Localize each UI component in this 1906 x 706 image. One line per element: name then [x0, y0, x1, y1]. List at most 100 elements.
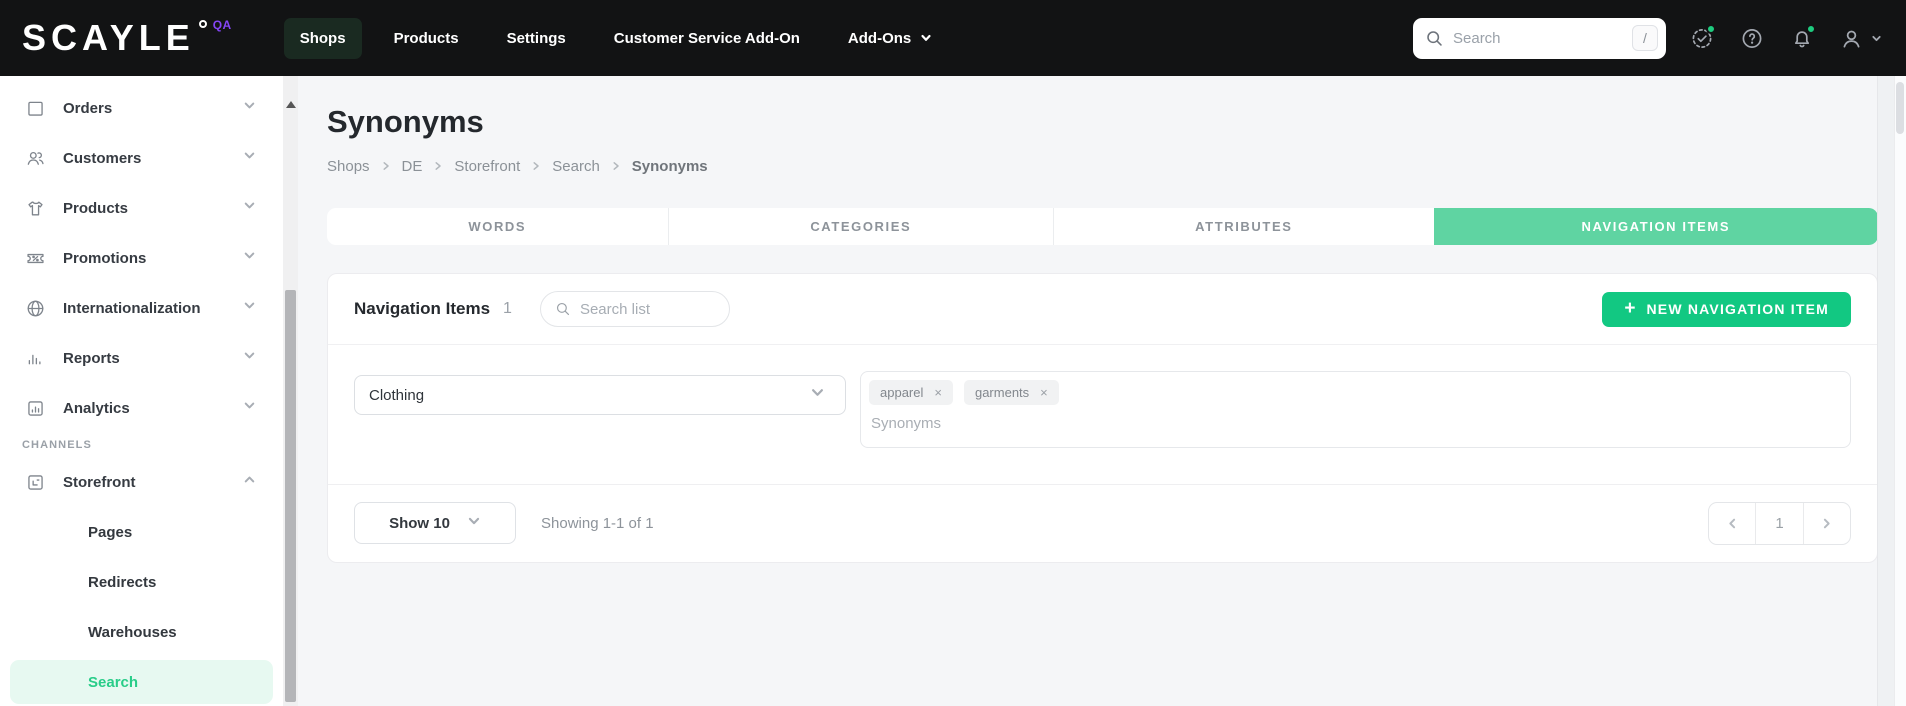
panel-count: 1: [503, 300, 512, 317]
breadcrumb-shops[interactable]: Shops: [327, 158, 370, 175]
scayle-logo[interactable]: SCAYLE QA: [22, 16, 232, 60]
list-search-input[interactable]: [579, 300, 710, 318]
page-size-value: Show 10: [389, 514, 450, 532]
page-title: Synonyms: [327, 104, 484, 139]
search-icon: [1427, 30, 1442, 46]
chevron-down-icon: [243, 349, 256, 367]
panel-title: Navigation Items: [354, 299, 491, 318]
synonym-chips: apparel × garments ×: [869, 380, 1842, 405]
tab-words[interactable]: WORDS: [327, 208, 668, 245]
plus-icon: +: [1624, 298, 1636, 319]
sidebar-item-customers[interactable]: Customers: [0, 133, 283, 183]
pagination-prev-button[interactable]: [1709, 503, 1755, 544]
storefront-window-icon: [25, 472, 46, 493]
card-footer: Show 10 Showing 1-1 of 1 1: [328, 485, 1877, 561]
scayle-admin-app: SCAYLE QA Shops Products Settings Custom…: [0, 0, 1906, 706]
tab-categories[interactable]: CATEGORIES: [667, 208, 1054, 245]
breadcrumb-storefront[interactable]: Storefront: [454, 158, 520, 175]
results-summary: Showing 1-1 of 1: [541, 514, 654, 532]
sidebar-item-products[interactable]: Products: [0, 183, 283, 233]
topbar-nav-products[interactable]: Products: [378, 18, 475, 59]
breadcrumb-synonyms: Synonyms: [631, 157, 708, 175]
sidebar-scrollbar[interactable]: [283, 76, 298, 706]
navigation-items-card: Navigation Items 1 + NEW NAVIGATION ITEM…: [327, 273, 1878, 563]
box-icon: [25, 98, 46, 119]
main-scrollbar-thumb[interactable]: [1896, 82, 1904, 134]
chevron-down-icon: [243, 249, 256, 267]
topbar-nav-customer-service-addon[interactable]: Customer Service Add-On: [598, 18, 816, 59]
sidebar-item-internationalization[interactable]: Internationalization: [0, 283, 283, 333]
remove-tag-icon[interactable]: ×: [934, 386, 942, 399]
search-icon: [556, 302, 569, 316]
sidebar: Orders Customers Products Promotions Int…: [0, 76, 283, 706]
sidebar-subitem-search[interactable]: Search: [10, 660, 273, 704]
status-check-button[interactable]: [1689, 23, 1716, 51]
synonyms-tabs: WORDS CATEGORIES ATTRIBUTES NAVIGATION I…: [327, 208, 1878, 245]
navigation-item-row: Clothing apparel × garments ×: [328, 345, 1877, 485]
user-menu[interactable]: [1839, 26, 1882, 51]
topbar-nav-settings[interactable]: Settings: [491, 18, 582, 59]
chevron-down-icon: [243, 199, 256, 217]
tab-attributes[interactable]: ATTRIBUTES: [1053, 208, 1434, 245]
remove-tag-icon[interactable]: ×: [1040, 386, 1048, 399]
bar-chart-icon: [25, 348, 46, 369]
synonym-chip-apparel: apparel ×: [869, 380, 953, 405]
pagination-page-1[interactable]: 1: [1755, 502, 1802, 544]
sidebar-item-analytics[interactable]: Analytics: [0, 383, 283, 433]
analytics-panel-icon: [25, 398, 46, 419]
sidebar-scrollbar-thumb[interactable]: [285, 290, 296, 702]
chevron-down-icon: [243, 299, 256, 317]
topbar-nav-shops[interactable]: Shops: [283, 17, 362, 59]
qa-environment-badge: QA: [212, 18, 232, 32]
topbar-nav-addons[interactable]: Add-Ons: [832, 18, 948, 59]
sidebar-item-promotions[interactable]: Promotions: [0, 233, 283, 283]
chevron-right-icon: [381, 161, 391, 171]
globe-icon: [25, 298, 46, 319]
synonyms-input[interactable]: [871, 415, 1171, 432]
global-search[interactable]: /: [1413, 17, 1666, 59]
page-size-select[interactable]: Show 10: [354, 502, 516, 544]
ticket-percent-icon: [25, 248, 46, 269]
breadcrumb: Shops DE Storefront Search Synonyms: [327, 157, 1878, 175]
chevron-right-icon: [611, 161, 621, 171]
chevron-up-icon: [243, 473, 256, 491]
chevron-down-icon: [1872, 35, 1881, 41]
tab-navigation-items[interactable]: NAVIGATION ITEMS: [1433, 208, 1878, 245]
sidebar-subitem-warehouses[interactable]: Warehouses: [0, 607, 283, 657]
main-scrollbar-track[interactable]: [1894, 76, 1906, 706]
sidebar-subitem-pages[interactable]: Pages: [0, 507, 283, 557]
category-select-value: Clothing: [369, 386, 425, 404]
sidebar-item-storefront[interactable]: Storefront: [0, 457, 283, 507]
help-button[interactable]: [1739, 26, 1764, 51]
list-search[interactable]: [539, 291, 730, 327]
help-icon: [1742, 29, 1761, 48]
chevron-down-icon: [467, 514, 481, 533]
sidebar-item-reports[interactable]: Reports: [0, 333, 283, 383]
chevron-right-icon: [1824, 518, 1830, 528]
chevron-down-icon: [243, 99, 256, 117]
topbar: SCAYLE QA Shops Products Settings Custom…: [0, 0, 1906, 76]
logo-ring-icon: [198, 20, 207, 28]
global-search-input[interactable]: [1453, 29, 1632, 47]
sidebar-item-orders[interactable]: Orders: [0, 83, 283, 133]
sidebar-subitem-redirects[interactable]: Redirects: [0, 557, 283, 607]
chevron-down-icon: [243, 399, 256, 417]
synonyms-tags-field[interactable]: apparel × garments ×: [860, 371, 1851, 448]
chevron-left-icon: [1729, 518, 1735, 528]
main-scrollbar[interactable]: [1877, 76, 1906, 706]
new-navigation-item-button[interactable]: + NEW NAVIGATION ITEM: [1602, 291, 1851, 327]
topbar-nav: Shops Products Settings Customer Service…: [283, 17, 949, 59]
search-shortcut-badge: /: [1632, 25, 1658, 51]
topbar-icons: [1689, 23, 1892, 51]
notifications-button[interactable]: [1789, 23, 1816, 51]
scroll-up-arrow-icon[interactable]: [285, 101, 296, 108]
pagination-next-button[interactable]: [1802, 502, 1850, 544]
sidebar-section-channels: CHANNELS: [22, 439, 92, 451]
breadcrumb-search[interactable]: Search: [552, 158, 600, 175]
chevron-down-icon: [243, 149, 256, 167]
synonym-chip-garments: garments ×: [963, 380, 1059, 405]
breadcrumb-de[interactable]: DE: [402, 158, 423, 175]
category-select[interactable]: Clothing: [354, 375, 846, 415]
user-icon: [1843, 30, 1860, 48]
notifications-dot: [1806, 23, 1816, 34]
